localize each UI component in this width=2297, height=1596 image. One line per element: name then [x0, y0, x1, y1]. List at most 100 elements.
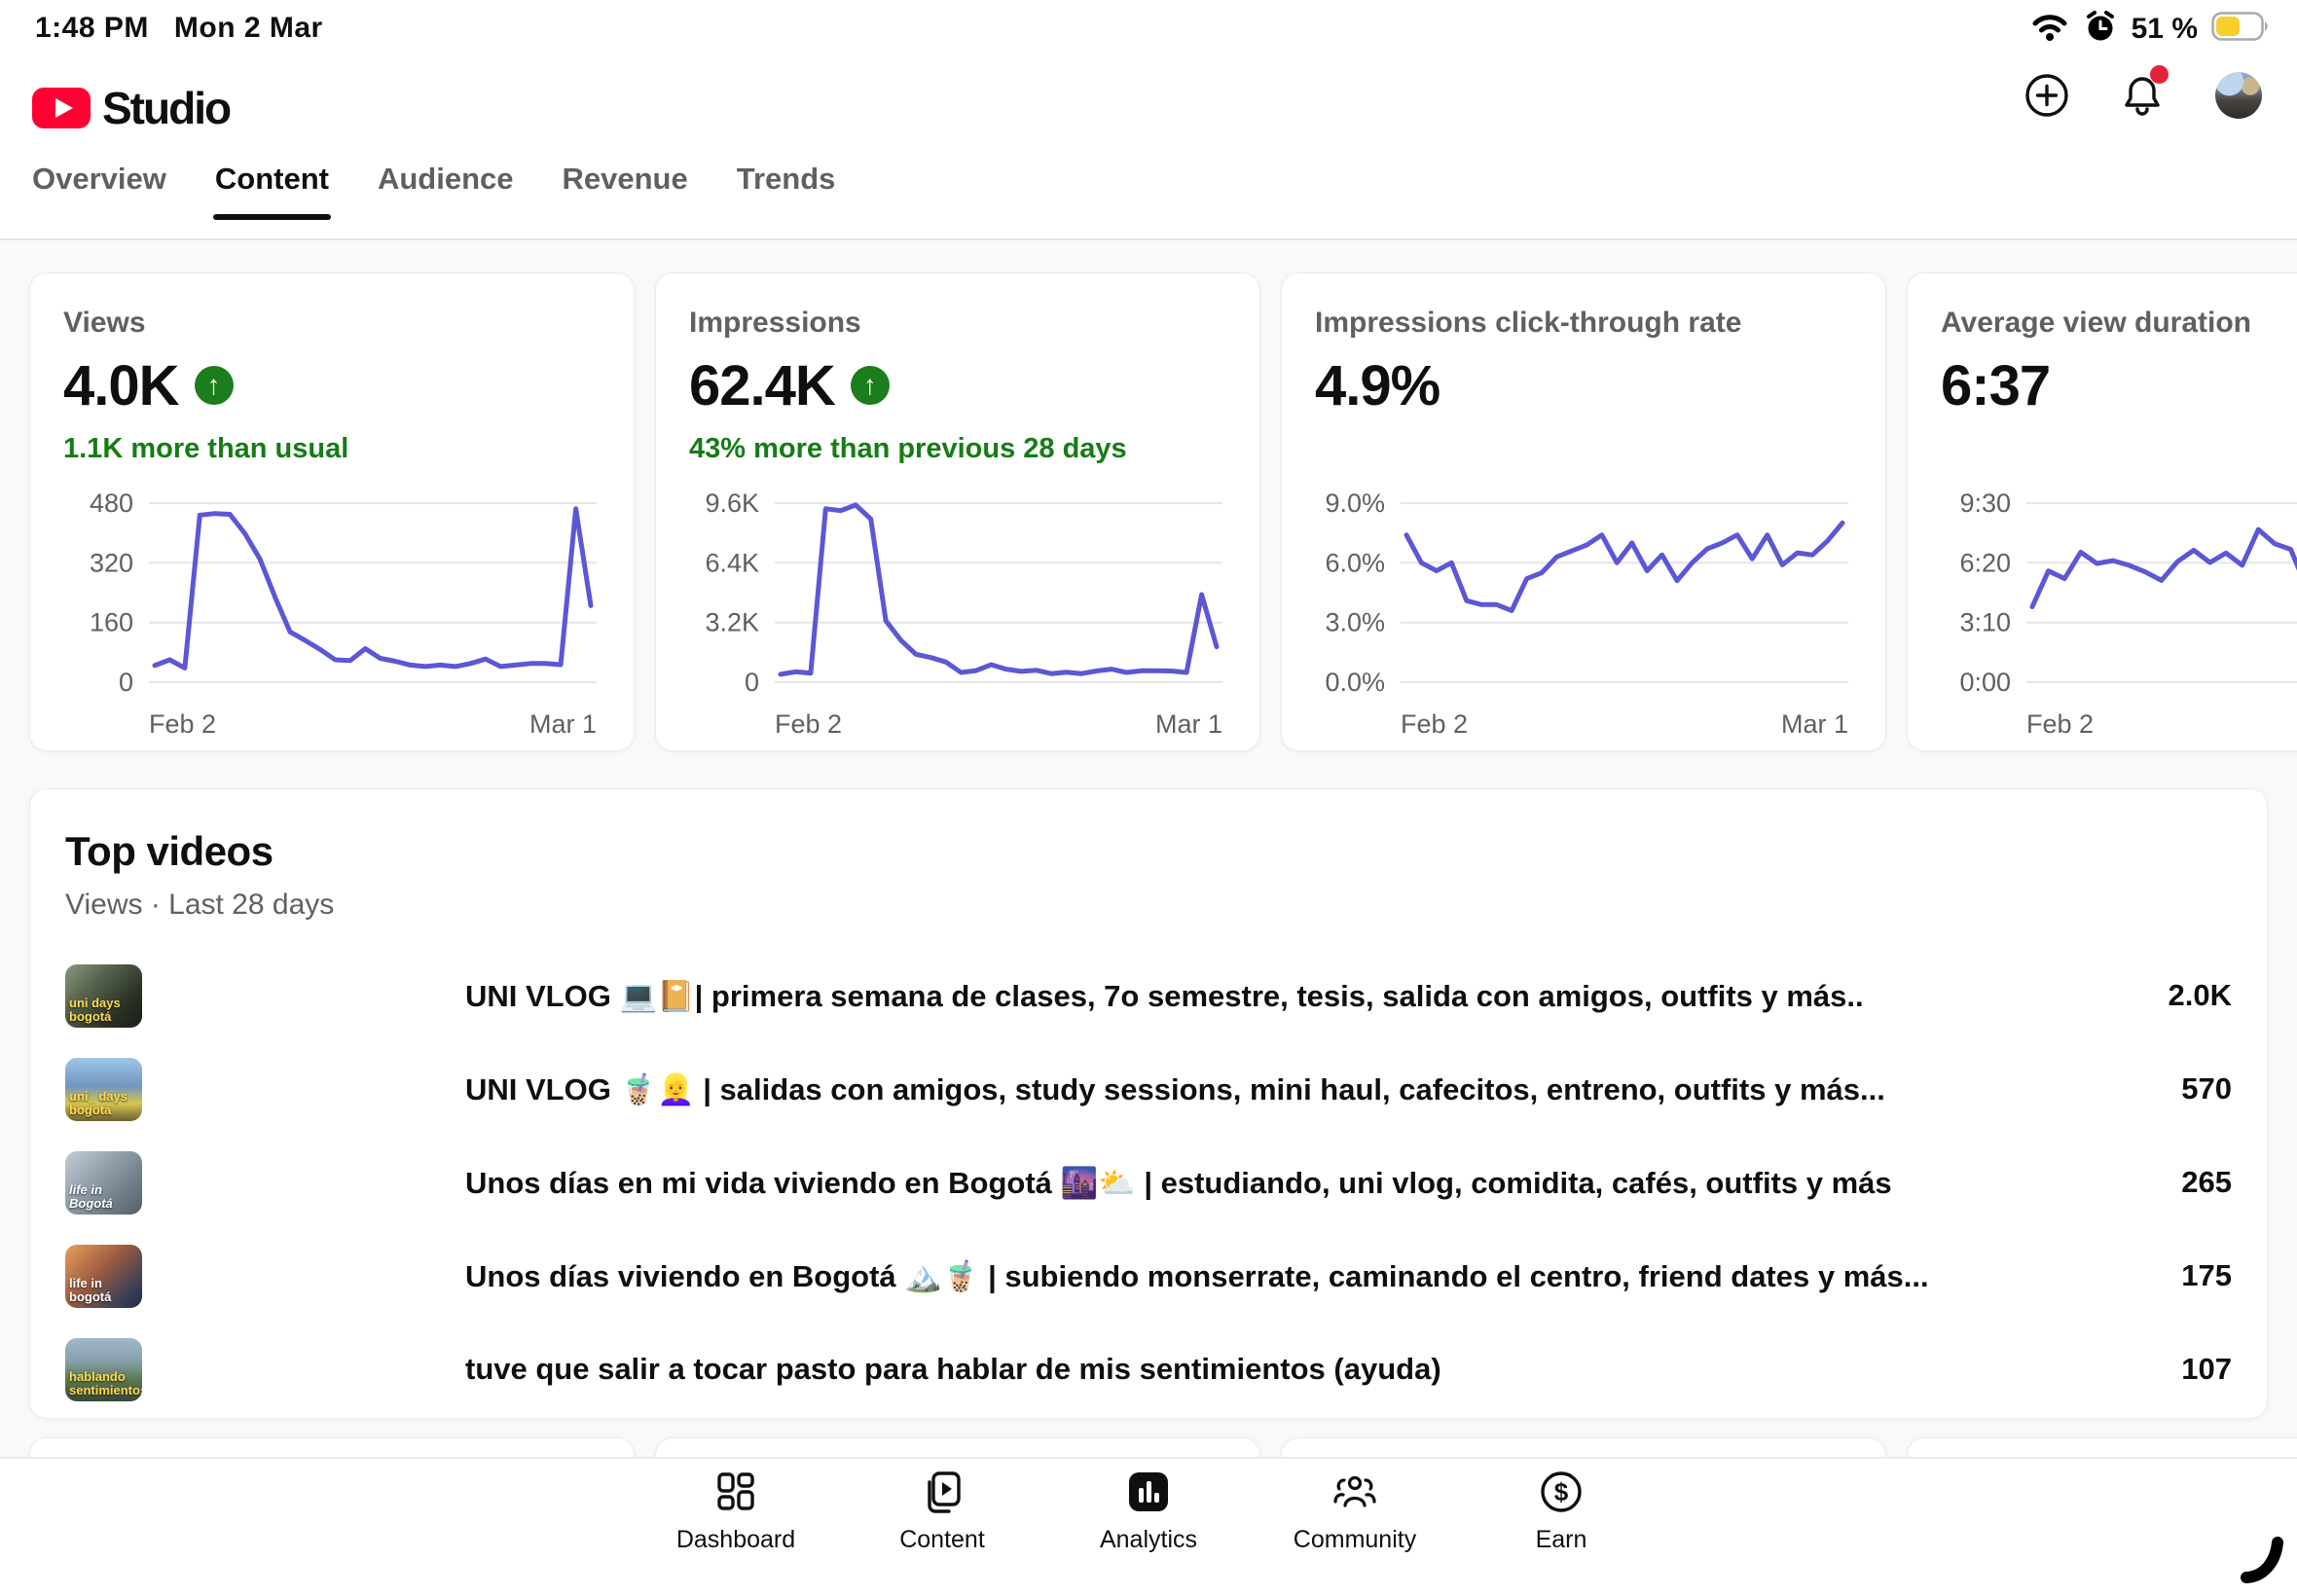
- svg-text:3.2K: 3.2K: [705, 608, 759, 637]
- svg-text:6.4K: 6.4K: [705, 548, 759, 577]
- metric-card-avg-view-duration[interactable]: Average view duration 6:37 ↑ 0:003:106:2…: [1907, 272, 2297, 751]
- analytics-content: Views 4.0K ↑ 1.1K more than usual 016032…: [0, 240, 2297, 1596]
- top-videos-card: Top videos Views · Last 28 days uni days…: [29, 788, 2268, 1419]
- svg-text:480: 480: [90, 491, 133, 518]
- svg-text:Feb 2: Feb 2: [2026, 709, 2094, 739]
- tab-trends[interactable]: Trends: [737, 162, 836, 220]
- metric-card-views[interactable]: Views 4.0K ↑ 1.1K more than usual 016032…: [29, 272, 635, 751]
- svg-text:6.0%: 6.0%: [1325, 548, 1385, 577]
- video-thumbnail: uni days bogotá: [65, 964, 142, 1028]
- trend-up-icon: ↑: [851, 366, 890, 405]
- video-thumbnail: life in bogotá: [65, 1245, 142, 1308]
- bottom-navigation: Dashboard Content Analytics: [0, 1457, 2297, 1596]
- nav-item-community[interactable]: Community: [1282, 1459, 1428, 1596]
- thumbnail-text: uni_ days bogotá: [69, 1090, 140, 1116]
- nav-item-analytics[interactable]: Analytics: [1076, 1459, 1221, 1596]
- thumbnail-text: life in bogotá: [69, 1277, 140, 1303]
- video-thumbnail: uni_ days bogotá: [65, 1058, 142, 1121]
- battery-percent: 51 %: [2132, 13, 2198, 46]
- notifications-bell-button[interactable]: [2120, 73, 2165, 118]
- metric-card-ctr[interactable]: Impressions click-through rate 4.9% ↑ 0.…: [1281, 272, 1886, 751]
- analytics-tabs: Overview Content Audience Revenue Trends: [32, 162, 835, 220]
- nav-item-dashboard[interactable]: Dashboard: [663, 1459, 809, 1596]
- svg-text:Feb 2: Feb 2: [775, 709, 842, 739]
- metric-value: 4.0K: [63, 353, 179, 418]
- video-views: 265: [2181, 1165, 2232, 1200]
- video-thumbnail: life in Bogotá: [65, 1151, 142, 1215]
- svg-text:Feb 2: Feb 2: [149, 709, 216, 739]
- status-date: Mon 2 Mar: [174, 12, 323, 44]
- tab-content[interactable]: Content: [215, 162, 329, 220]
- svg-text:0: 0: [119, 668, 133, 697]
- svg-text:3:10: 3:10: [1959, 608, 2011, 637]
- impressions-sparkline-chart: 03.2K6.4K9.6KFeb 2Mar 1: [689, 491, 1230, 746]
- dashboard-icon: [712, 1469, 759, 1520]
- alarm-icon: [2083, 10, 2118, 48]
- table-row[interactable]: life in bogotá Unos días viviendo en Bog…: [65, 1229, 2232, 1323]
- views-sparkline-chart: 0 160 320 480 Feb 2 Mar 1: [63, 491, 604, 746]
- earn-dollar-icon: $: [1538, 1469, 1585, 1520]
- svg-text:9.0%: 9.0%: [1325, 491, 1385, 518]
- video-title: UNI VLOG 💻📔| primera semana de clases, 7…: [465, 978, 1864, 1014]
- pointer-cursor-arc: [2235, 1523, 2295, 1592]
- metric-title: Views: [63, 307, 601, 340]
- svg-text:160: 160: [90, 608, 133, 637]
- video-title: UNI VLOG 🧋👱‍♀️ | salidas con amigos, stu…: [465, 1071, 1885, 1107]
- metric-value: 62.4K: [689, 353, 835, 418]
- svg-text:320: 320: [90, 548, 133, 577]
- svg-text:Mar 1: Mar 1: [1781, 709, 1848, 739]
- create-plus-button[interactable]: [2024, 73, 2069, 118]
- table-row[interactable]: uni days bogotá UNI VLOG 💻📔| primera sem…: [65, 949, 2232, 1042]
- video-views: 2.0K: [2169, 978, 2232, 1013]
- metric-delta: [1941, 433, 2297, 466]
- thumbnail-text: hablando sentimientos: [69, 1370, 140, 1396]
- svg-text:Mar 1: Mar 1: [529, 709, 597, 739]
- nav-label: Community: [1294, 1526, 1416, 1554]
- youtube-studio-logo[interactable]: Studio: [32, 82, 230, 134]
- svg-text:0: 0: [745, 668, 759, 697]
- trend-up-icon: ↑: [195, 366, 234, 405]
- notification-dot: [2150, 65, 2169, 84]
- metric-delta: [1315, 433, 1852, 466]
- nav-label: Content: [899, 1526, 985, 1554]
- wifi-icon: [2030, 11, 2069, 47]
- nav-item-earn[interactable]: $ Earn: [1488, 1459, 1634, 1596]
- metric-delta: 43% more than previous 28 days: [689, 433, 1226, 466]
- table-row[interactable]: uni_ days bogotá UNI VLOG 🧋👱‍♀️ | salida…: [65, 1042, 2232, 1136]
- top-videos-subtitle: Views · Last 28 days: [65, 889, 2232, 922]
- nav-label: Dashboard: [676, 1526, 795, 1554]
- community-icon: [1331, 1469, 1378, 1520]
- battery-icon: [2211, 12, 2270, 46]
- video-title: tuve que salir a tocar pasto para hablar…: [465, 1352, 1441, 1387]
- table-row[interactable]: hablando sentimientos tuve que salir a t…: [65, 1323, 2232, 1416]
- metric-title: Impressions: [689, 307, 1226, 340]
- youtube-play-icon: [32, 88, 91, 128]
- svg-text:6:20: 6:20: [1959, 548, 2011, 577]
- table-row[interactable]: life in Bogotá Unos días en mi vida vivi…: [65, 1136, 2232, 1229]
- svg-text:0.0%: 0.0%: [1325, 668, 1385, 697]
- video-views: 175: [2181, 1258, 2232, 1293]
- status-bar: 1:48 PM Mon 2 Mar 51 %: [0, 0, 2297, 54]
- video-title: Unos días viviendo en Bogotá 🏔️🧋 | subie…: [465, 1258, 1929, 1294]
- video-views: 570: [2181, 1071, 2232, 1106]
- brand-name: Studio: [102, 82, 230, 134]
- metric-card-impressions[interactable]: Impressions 62.4K ↑ 43% more than previo…: [655, 272, 1260, 751]
- svg-text:$: $: [1554, 1477, 1569, 1506]
- status-time: 1:48 PM: [35, 12, 149, 44]
- metric-title: Average view duration: [1941, 307, 2297, 340]
- svg-text:0:00: 0:00: [1959, 668, 2011, 697]
- svg-text:Mar 1: Mar 1: [1155, 709, 1222, 739]
- svg-text:3.0%: 3.0%: [1325, 608, 1385, 637]
- account-avatar[interactable]: [2215, 72, 2262, 119]
- tab-revenue[interactable]: Revenue: [563, 162, 688, 220]
- tab-overview[interactable]: Overview: [32, 162, 166, 220]
- nav-label: Earn: [1536, 1526, 1587, 1554]
- nav-label: Analytics: [1100, 1526, 1197, 1554]
- metric-title: Impressions click-through rate: [1315, 307, 1852, 340]
- tab-audience[interactable]: Audience: [378, 162, 514, 220]
- thumbnail-text: uni days bogotá: [69, 997, 140, 1023]
- thumbnail-text: life in Bogotá: [69, 1183, 140, 1210]
- svg-text:Feb 2: Feb 2: [1401, 709, 1468, 739]
- duration-sparkline-chart: 0:003:106:209:30Feb 2: [1941, 491, 2297, 746]
- nav-item-content[interactable]: Content: [869, 1459, 1015, 1596]
